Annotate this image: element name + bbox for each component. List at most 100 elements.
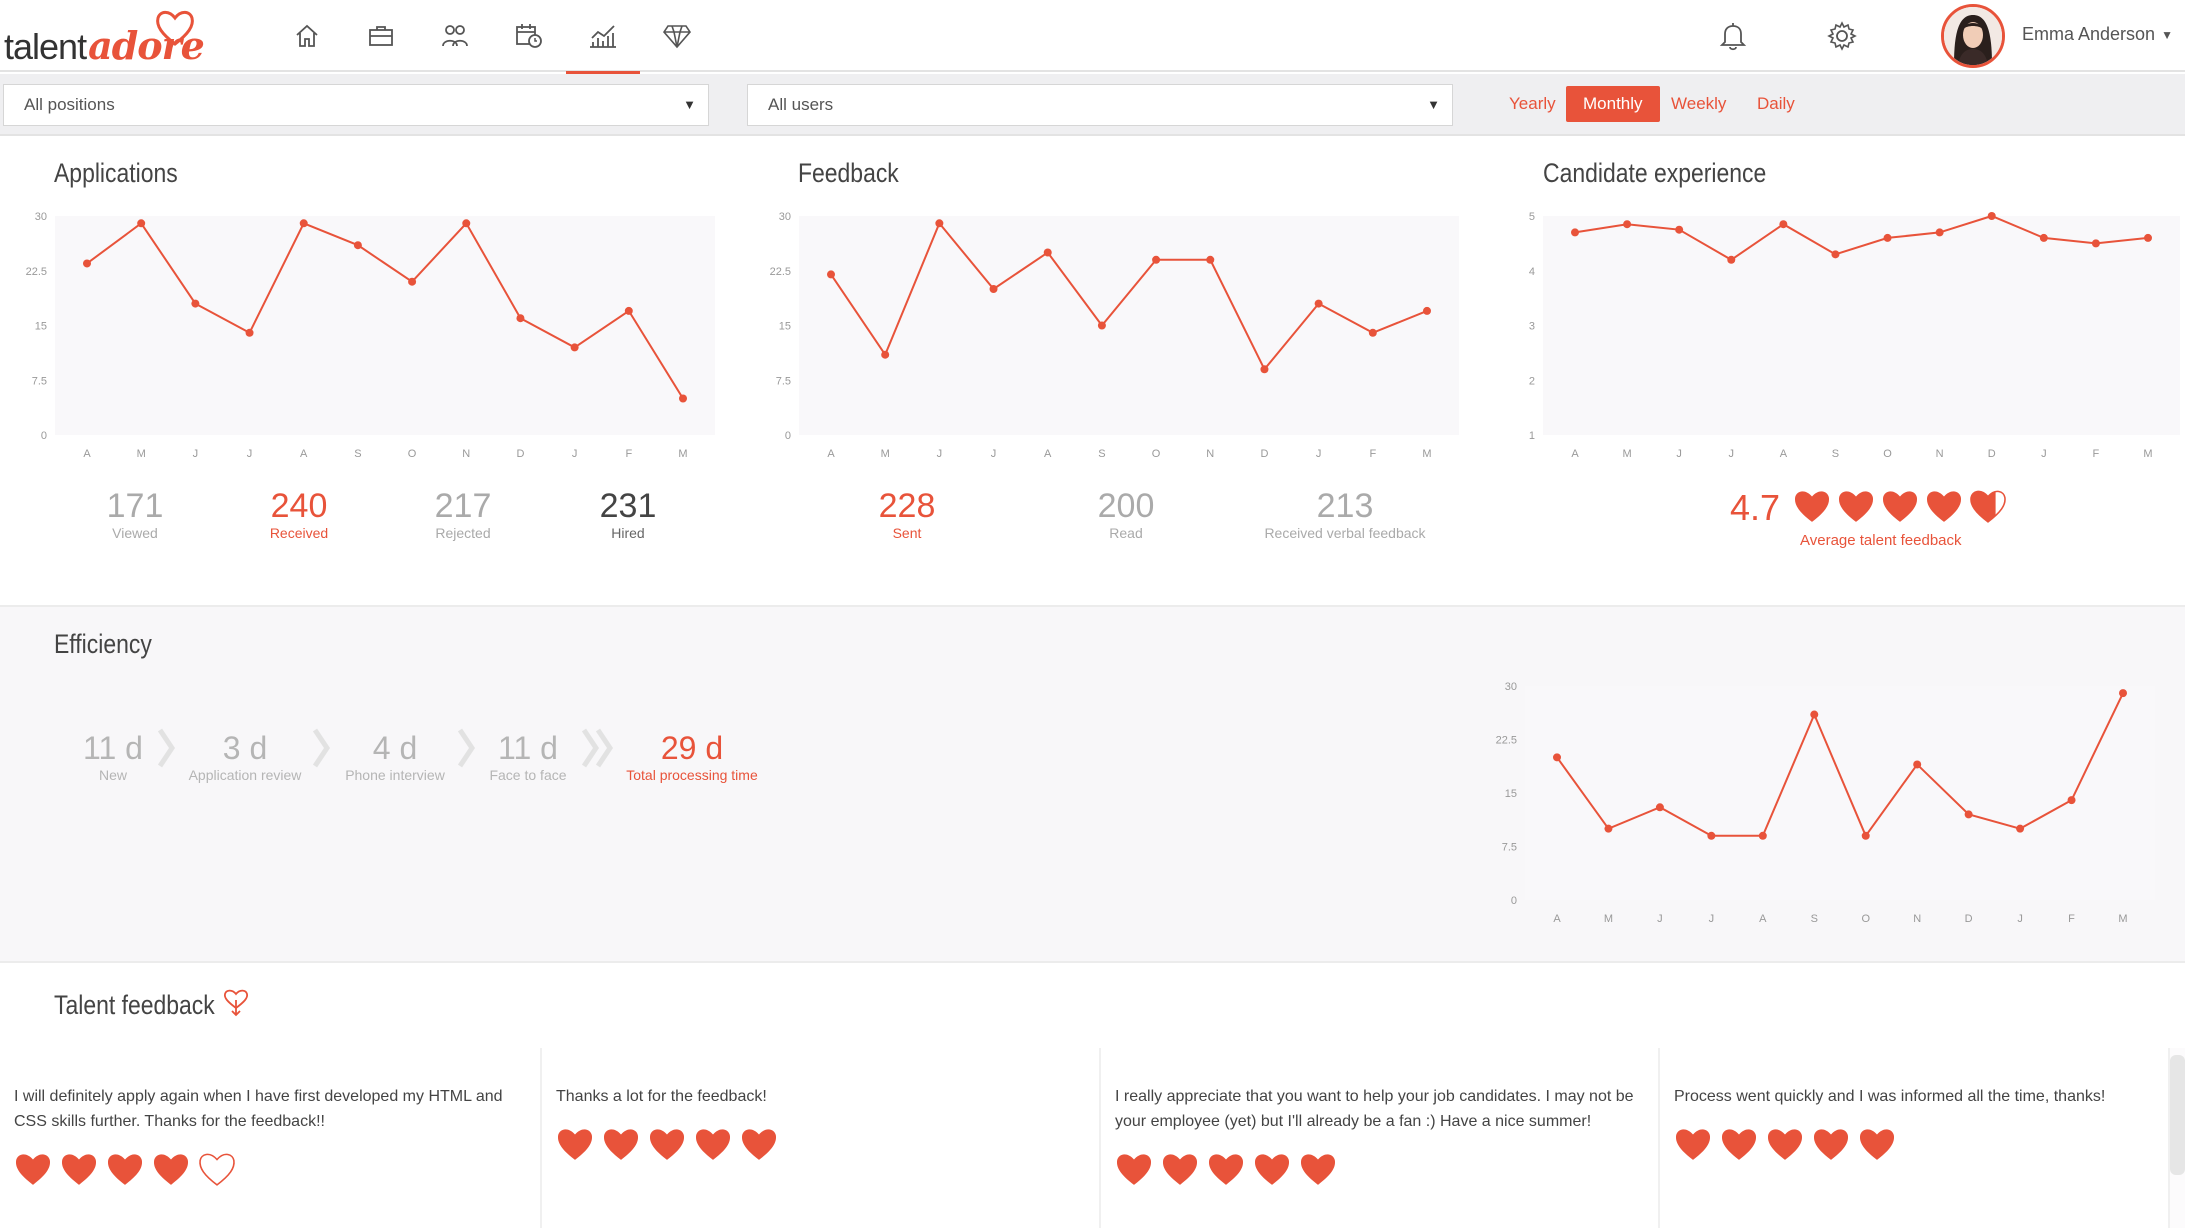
heart-shape (741, 1129, 777, 1160)
eff-step-face-to-face-label: Face to face (489, 767, 567, 783)
x-tick-label: O (408, 448, 417, 460)
heart-filled-icon (603, 1129, 639, 1160)
heart-filled-icon (153, 1154, 189, 1185)
average-score: 4.7 (1730, 487, 1781, 528)
users-select[interactable]: All users ▼ (747, 84, 1453, 126)
talent-feedback-title: Talent feedback (54, 990, 215, 1020)
x-tick-label: A (827, 448, 835, 460)
period-weekly[interactable]: Weekly (1654, 86, 1743, 122)
nav-positions[interactable] (344, 0, 418, 72)
stat-read: 200 Read (1076, 488, 1176, 542)
heart-shape (1721, 1129, 1757, 1160)
heart-shape (199, 1153, 235, 1186)
heart-filled-icon (1859, 1129, 1895, 1160)
y-tick-label: 0 (41, 430, 47, 442)
data-point (2039, 233, 2048, 242)
nav-candidates[interactable] (418, 0, 492, 72)
data-point (1152, 255, 1161, 264)
positions-select[interactable]: All positions ▼ (3, 84, 709, 126)
efficiency-chart: 0 7.5 15 22.5 30 A M J J A S O N D J F M (1496, 681, 2155, 925)
period-daily[interactable]: Daily (1740, 86, 1812, 122)
x-tick-label: J (2041, 448, 2047, 460)
notifications-button[interactable] (1718, 20, 1748, 57)
people-icon (442, 25, 468, 47)
x-tick-label: A (1780, 448, 1788, 460)
y-tick-label: 30 (35, 211, 47, 223)
chevron-right-icon (157, 728, 176, 768)
user-photo (1944, 7, 2002, 65)
x-tick-label: J (991, 448, 997, 460)
data-point (137, 219, 146, 228)
stat-rejected-value: 217 (434, 487, 492, 525)
heart-filled-icon (1300, 1154, 1336, 1185)
heart-filled-icon (695, 1129, 731, 1160)
talentadore-logo[interactable]: talent adore (4, 8, 205, 68)
x-tick-label: D (1988, 448, 1996, 460)
x-tick-label: N (1936, 448, 1944, 460)
y-tick-label: 22.5 (1496, 735, 1517, 747)
eff-step-face-to-face-value: 11 d (498, 730, 558, 766)
nav-calendar[interactable] (492, 0, 566, 72)
heart-filled-icon (1813, 1129, 1849, 1160)
heart-filled-icon (1838, 491, 1874, 522)
stat-hired-value: 231 (599, 487, 657, 525)
caret-down-icon: ▼ (2161, 27, 2173, 42)
y-tick-label: 2 (1529, 375, 1535, 387)
x-tick-label: F (2093, 448, 2100, 460)
heart-shape (695, 1129, 731, 1160)
settings-button[interactable] (1826, 20, 1858, 57)
average-score-label: Average talent feedback (1800, 532, 1962, 549)
data-point (2016, 824, 2025, 833)
y-tick-label: 22.5 (770, 266, 791, 278)
nav-premium[interactable] (640, 0, 714, 72)
data-point (191, 299, 200, 308)
user-menu[interactable]: Emma Anderson ▼ (2022, 24, 2173, 45)
eff-step-application-review-value: 3 d (222, 730, 268, 766)
select-caret-icon: ▼ (683, 97, 696, 112)
data-point (1604, 824, 1613, 833)
y-tick-label: 0 (1511, 895, 1517, 907)
period-monthly[interactable]: Monthly (1566, 86, 1660, 122)
data-point (1810, 710, 1819, 719)
nav-home[interactable] (270, 0, 344, 72)
data-point (1097, 321, 1106, 330)
x-tick-label: J (247, 448, 253, 460)
y-tick-label: 7.5 (776, 375, 791, 387)
heart-shape (61, 1154, 97, 1185)
stat-sent: 228 Sent (857, 488, 957, 542)
data-point (516, 314, 525, 323)
heart-shape (1767, 1129, 1803, 1160)
x-tick-label: J (1676, 448, 1682, 460)
nav-analytics[interactable] (566, 0, 640, 74)
feedback-card-3[interactable]: I really appreciate that you want to hel… (1101, 1048, 1660, 1228)
period-yearly[interactable]: Yearly (1492, 86, 1573, 122)
heart-filled-icon (15, 1154, 51, 1185)
heart-shape (15, 1154, 51, 1185)
stat-verbal-feedback: 213 Received verbal feedback (1245, 488, 1445, 542)
eff-step-phone-interview: 4 d Phone interview (335, 730, 455, 784)
username-label: Emma Anderson (2022, 24, 2156, 44)
feedback-card-1[interactable]: I will definitely apply again when I hav… (0, 1048, 542, 1228)
eff-step-new: 11 d New (63, 730, 163, 784)
x-tick-label: J (1316, 448, 1322, 460)
data-point (1987, 212, 1996, 220)
heart-filled-icon (649, 1129, 685, 1160)
x-tick-label: A (1044, 448, 1052, 460)
user-avatar[interactable] (1941, 4, 2005, 68)
data-point (989, 285, 998, 293)
scroll-next-handle[interactable] (2170, 1055, 2185, 1175)
heart-shape (1675, 1129, 1711, 1160)
heart-shape (557, 1129, 593, 1160)
data-point (1655, 803, 1664, 812)
data-point (1831, 250, 1840, 259)
feedback-card-4[interactable]: Process went quickly and I was informed … (1660, 1048, 2170, 1228)
data-point (83, 259, 91, 268)
feedback-card-2[interactable]: Thanks a lot for the feedback! (542, 1048, 1101, 1228)
x-tick-label: S (1832, 448, 1839, 460)
chart-plot-area (1543, 216, 2180, 435)
average-hearts (1793, 487, 2007, 525)
stat-rejected: 217 Rejected (413, 488, 513, 542)
chart-plot-area (1525, 686, 2155, 900)
chevron-right-icon (312, 728, 331, 768)
heart-shape (1926, 491, 1962, 522)
